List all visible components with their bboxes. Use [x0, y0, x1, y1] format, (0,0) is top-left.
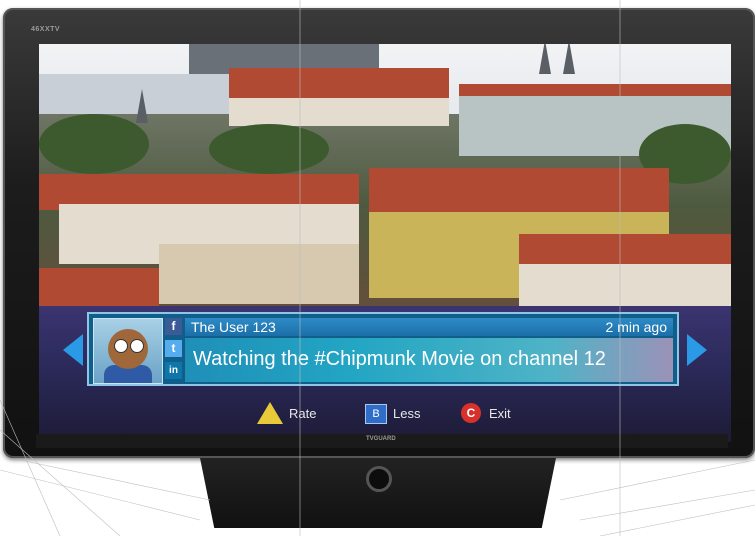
background-spire: [563, 44, 575, 74]
tv-brand-bottom: TVGUARD: [366, 436, 396, 442]
facebook-icon[interactable]: f: [165, 318, 182, 335]
square-b-icon: B: [365, 404, 387, 424]
post-message: Watching the #Chipmunk Movie on channel …: [193, 348, 606, 370]
previous-arrow-icon[interactable]: [63, 334, 83, 366]
warning-triangle-icon: [257, 402, 283, 424]
avatar: [93, 318, 163, 384]
background-building: [159, 244, 359, 304]
background-tree: [39, 114, 149, 174]
background-spire: [539, 44, 551, 74]
background-building: [39, 74, 229, 114]
avatar-eye: [114, 339, 128, 353]
next-arrow-icon[interactable]: [687, 334, 707, 366]
background-tree: [209, 124, 329, 174]
power-button-icon[interactable]: [366, 466, 392, 492]
rate-label: Rate: [289, 406, 317, 421]
exit-label: Exit: [489, 406, 511, 421]
background-building: [519, 264, 731, 306]
background-building: [229, 68, 449, 98]
social-post-card[interactable]: f t in The User 123 2 min ago Watching t…: [87, 312, 679, 386]
post-username: The User 123: [191, 319, 276, 335]
linkedin-icon[interactable]: in: [165, 362, 182, 379]
post-header: The User 123 2 min ago: [185, 318, 673, 336]
circle-c-icon: C: [461, 403, 481, 423]
background-building: [369, 168, 669, 214]
avatar-eye: [130, 339, 144, 353]
tv-screen: f t in The User 123 2 min ago Watching t…: [39, 44, 731, 442]
post-message-bar: Watching the #Chipmunk Movie on channel …: [185, 338, 673, 382]
background-building: [519, 234, 731, 264]
background-building: [39, 268, 159, 306]
background-spire: [136, 89, 148, 123]
less-label: Less: [393, 406, 421, 421]
background-building: [459, 84, 731, 96]
tv-brand-top: 46XXTV: [31, 26, 61, 33]
post-timestamp: 2 min ago: [605, 319, 667, 335]
twitter-icon[interactable]: t: [165, 340, 182, 357]
background-building: [229, 98, 449, 126]
